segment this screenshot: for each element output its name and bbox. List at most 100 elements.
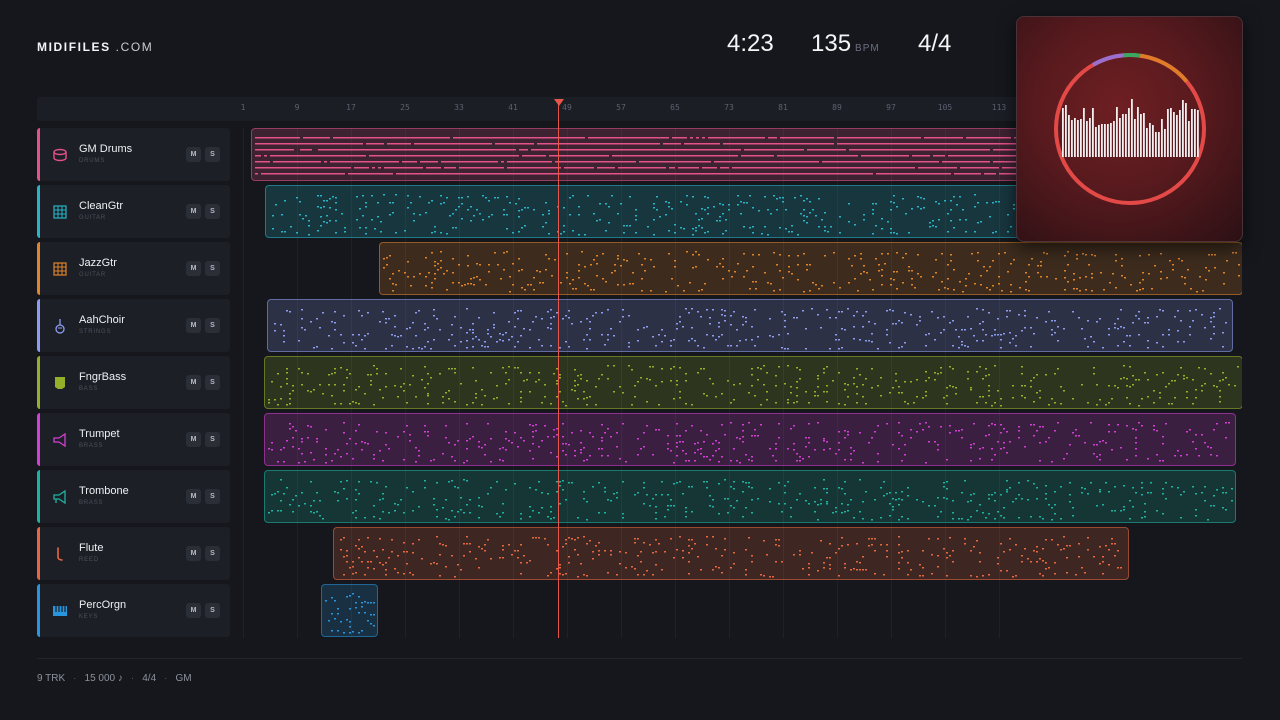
audio-waveform-ring-icon <box>1054 53 1206 205</box>
time-signature-display: 4/4 <box>918 30 952 57</box>
clip-note-pattern <box>255 137 1029 175</box>
midi-clip[interactable] <box>265 185 1030 238</box>
track-category: REED <box>79 557 99 563</box>
midi-clip[interactable] <box>264 470 1236 523</box>
track-color-stripe <box>37 299 40 352</box>
solo-button[interactable]: S <box>205 261 220 276</box>
track-name: FngrBass <box>79 371 127 383</box>
solo-button[interactable]: S <box>205 432 220 447</box>
midi-clip[interactable] <box>251 128 1030 181</box>
track-name: AahChoir <box>79 314 125 326</box>
clip-note-pattern <box>268 422 1230 464</box>
clip-note-pattern <box>383 251 1240 293</box>
ruler-tick: 81 <box>778 103 788 112</box>
violin-icon <box>52 318 68 334</box>
mute-button[interactable]: M <box>186 204 201 219</box>
mute-button[interactable]: M <box>186 432 201 447</box>
playhead[interactable] <box>558 103 559 638</box>
track-color-stripe <box>37 185 40 238</box>
brand-name: MIDIFILES <box>37 40 111 54</box>
flute-icon <box>52 546 68 562</box>
track-category: BASS <box>79 386 99 392</box>
track-category: STRINGS <box>79 329 112 335</box>
ruler-tick: 97 <box>886 103 896 112</box>
solo-button[interactable]: S <box>205 603 220 618</box>
midi-clip[interactable] <box>264 356 1242 409</box>
track-color-stripe <box>37 356 40 409</box>
mute-button[interactable]: M <box>186 489 201 504</box>
track-category: BRASS <box>79 443 104 449</box>
trumpet-icon <box>52 432 68 448</box>
footer-signature: 4/4 <box>142 673 157 684</box>
track-header[interactable]: FngrBass BASS M S <box>37 356 230 409</box>
footer-stats: 9 TRK · 15 000 ♪ · 4/4 · GM <box>37 673 192 684</box>
solo-button[interactable]: S <box>205 489 220 504</box>
ruler-tick: 89 <box>832 103 842 112</box>
track-category: GUITAR <box>79 215 107 221</box>
solo-button[interactable]: S <box>205 318 220 333</box>
footer-divider <box>37 658 1242 659</box>
track-name: GM Drums <box>79 143 133 155</box>
mute-button[interactable]: M <box>186 261 201 276</box>
track-header[interactable]: Flute REED M S <box>37 527 230 580</box>
ruler-tick: 73 <box>724 103 734 112</box>
playhead-handle[interactable] <box>554 99 564 106</box>
solo-button[interactable]: S <box>205 546 220 561</box>
track-color-stripe <box>37 584 40 637</box>
clip-note-pattern <box>340 536 1122 578</box>
clip-note-pattern <box>272 194 1027 236</box>
footer-standard: GM <box>175 673 192 684</box>
solo-button[interactable]: S <box>205 375 220 390</box>
track-name: JazzGtr <box>79 257 117 269</box>
track-color-stripe <box>37 470 40 523</box>
solo-button[interactable]: S <box>205 204 220 219</box>
track-header[interactable]: AahChoir STRINGS M S <box>37 299 230 352</box>
track-category: BRASS <box>79 500 104 506</box>
guitar-icon <box>52 261 68 277</box>
track-name: Trumpet <box>79 428 120 440</box>
footer-note-count: 15 000 ♪ <box>84 673 123 684</box>
mute-button[interactable]: M <box>186 546 201 561</box>
midi-clip[interactable] <box>379 242 1242 295</box>
mute-button[interactable]: M <box>186 147 201 162</box>
track-header[interactable]: Trumpet BRASS M S <box>37 413 230 466</box>
ruler-tick: 1 <box>240 103 246 112</box>
keyboard-icon <box>52 603 68 619</box>
clip-note-pattern <box>268 479 1233 521</box>
solo-button[interactable]: S <box>205 147 220 162</box>
mute-button[interactable]: M <box>186 603 201 618</box>
brand-suffix: .COM <box>115 40 154 54</box>
track-header[interactable]: CleanGtr GUITAR M S <box>37 185 230 238</box>
track-header[interactable]: PercOrgn KEYS M S <box>37 584 230 637</box>
ruler-tick: 65 <box>670 103 680 112</box>
clip-note-pattern <box>268 365 1239 407</box>
track-header[interactable]: JazzGtr GUITAR M S <box>37 242 230 295</box>
tempo-display: 135 BPM <box>811 30 880 60</box>
mute-button[interactable]: M <box>186 318 201 333</box>
track-header[interactable]: GM Drums DRUMS M S <box>37 128 230 181</box>
ruler-tick: 105 <box>937 103 953 112</box>
clip-note-pattern <box>274 308 1227 350</box>
trombone-icon <box>52 489 68 505</box>
ruler-tick: 33 <box>454 103 464 112</box>
midi-clip[interactable] <box>333 527 1129 580</box>
track-header[interactable]: Trombone BRASS M S <box>37 470 230 523</box>
clip-note-pattern <box>325 593 375 634</box>
elapsed-time: 4:23 <box>727 30 774 57</box>
track-name: Trombone <box>79 485 129 497</box>
mute-button[interactable]: M <box>186 375 201 390</box>
midi-clip[interactable] <box>264 413 1236 466</box>
guitar-icon <box>52 204 68 220</box>
midi-clip[interactable] <box>321 584 378 637</box>
track-name: Flute <box>79 542 104 554</box>
ruler-tick: 25 <box>400 103 410 112</box>
midi-clip[interactable] <box>267 299 1233 352</box>
track-name: PercOrgn <box>79 599 127 611</box>
brand-logo[interactable]: MIDIFILES .COM <box>37 40 153 54</box>
ruler-tick: 9 <box>294 103 300 112</box>
track-color-stripe <box>37 527 40 580</box>
ruler-tick: 17 <box>346 103 356 112</box>
tempo-value: 135 <box>811 30 852 57</box>
track-color-stripe <box>37 128 40 181</box>
drum-icon <box>52 147 68 163</box>
